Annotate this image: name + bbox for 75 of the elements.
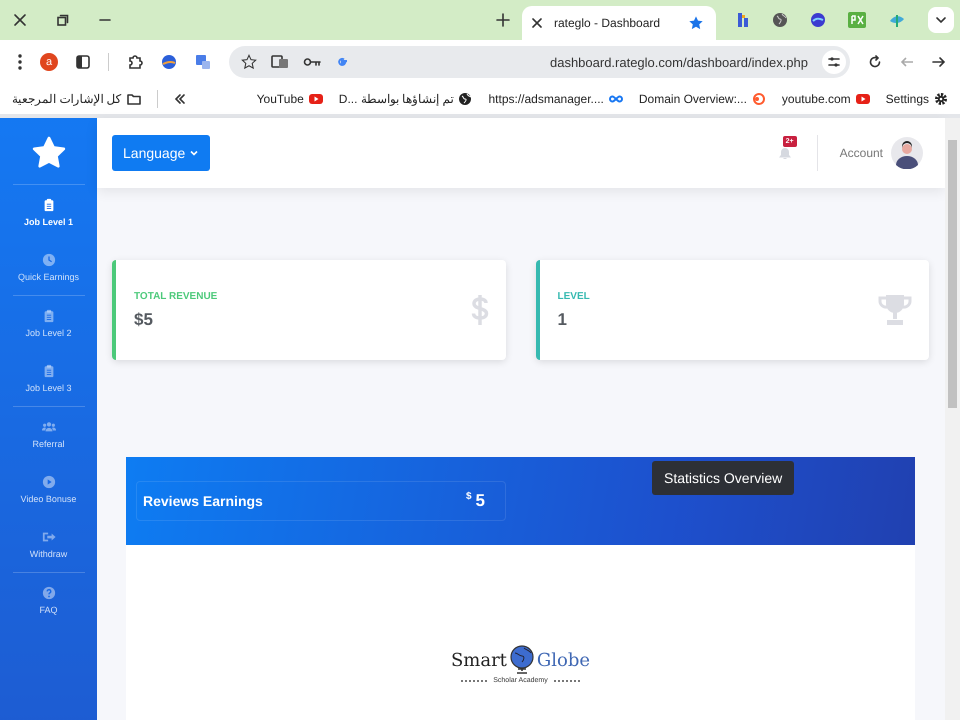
stat-value: 1 (558, 310, 568, 330)
site-settings-button[interactable] (822, 50, 846, 74)
chevron-down-icon (935, 14, 947, 26)
profile-avatar[interactable]: a (40, 53, 58, 71)
stat-label: TOTAL REVENUE (134, 290, 218, 302)
stat-label: LEVEL (558, 290, 590, 302)
language-button[interactable]: Language (112, 135, 210, 171)
tooltip: Statistics Overview (652, 461, 794, 495)
sign-out-icon (42, 530, 56, 544)
bell-icon[interactable] (776, 145, 793, 161)
translate-icon[interactable] (271, 54, 289, 70)
side-panel-icon[interactable] (76, 55, 90, 69)
clipboard-icon (42, 364, 56, 378)
reload-icon[interactable] (868, 55, 882, 69)
stat-value: $5 (134, 310, 154, 330)
restore-icon[interactable] (57, 14, 69, 26)
sliders-icon (828, 57, 840, 67)
sidebar-item[interactable]: Job Level 2 (4, 296, 94, 351)
globe-icon[interactable] (772, 12, 788, 28)
address-bar[interactable]: dashboard.rateglo.com/dashboard/index.php (229, 46, 850, 78)
close-icon[interactable] (13, 13, 27, 27)
tab-title: rateglo - Dashboard (554, 16, 662, 30)
star-outline-icon[interactable] (241, 54, 257, 70)
play-circle-icon (42, 475, 56, 489)
sphere-icon[interactable] (810, 12, 826, 28)
px-icon[interactable] (848, 12, 866, 28)
clipboard-icon (42, 309, 56, 323)
sphere-icon[interactable] (161, 54, 177, 70)
bookmark[interactable]: Settings (886, 92, 948, 106)
logo-text: Smart (450, 650, 507, 670)
earnings-amount: 5 (476, 491, 485, 511)
folder-icon (126, 93, 141, 105)
tab-search-button[interactable] (928, 7, 954, 33)
sidebar-item[interactable]: Withdraw (4, 517, 94, 572)
users-icon (42, 420, 56, 434)
star-icon[interactable] (688, 15, 704, 31)
bookmark[interactable]: https://adsmanager.... (488, 92, 623, 106)
puzzle-icon[interactable] (127, 54, 143, 70)
trophy-icon (877, 293, 913, 327)
new-tab-icon[interactable] (496, 13, 510, 27)
bookmark[interactable]: YouTube (256, 92, 323, 106)
sidebar-item[interactable]: Video Bonuse (4, 462, 94, 517)
bookmark[interactable]: D... تم إنشاؤها بواسطة (338, 92, 472, 106)
close-icon[interactable] (532, 18, 542, 28)
star-logo-icon[interactable] (32, 136, 66, 170)
key-icon[interactable] (303, 56, 321, 68)
account-link[interactable]: Account (840, 146, 883, 160)
earnings-label: Reviews Earnings (143, 493, 263, 509)
menu-icon[interactable] (18, 54, 22, 70)
sidebar-item[interactable]: Referral (4, 407, 94, 462)
play-icon (308, 92, 323, 106)
play-icon (856, 92, 870, 106)
clipboard-icon (42, 198, 56, 212)
sidebar-item[interactable]: FAQ (4, 573, 94, 628)
all-bookmarks-folder[interactable]: كل الإشارات المرجعية (12, 92, 141, 106)
scrollbar[interactable] (945, 118, 960, 720)
url-text: dashboard.rateglo.com/dashboard/index.php (548, 54, 808, 70)
forward-arrow-icon[interactable] (932, 55, 946, 69)
avatar-icon[interactable] (891, 137, 923, 169)
bookmark[interactable]: youtube.com (782, 92, 870, 106)
logo-text: Globe (536, 650, 590, 670)
double-chevron-icon[interactable] (174, 93, 186, 105)
browser-tab[interactable]: rateglo - Dashboard (522, 6, 716, 40)
sidebar-item[interactable]: Quick Earnings (4, 240, 94, 295)
clock-icon (42, 253, 56, 267)
question-circle-icon (42, 586, 56, 600)
sidebar-item[interactable]: Job Level 3 (4, 351, 94, 406)
globe-icon (508, 645, 535, 675)
gear-icon (934, 92, 948, 106)
dollar-icon (470, 293, 490, 327)
sidebar-item[interactable]: Job Level 1 (4, 185, 94, 240)
globe-icon (458, 92, 472, 106)
caret-icon (189, 148, 200, 158)
currency-symbol: $ (466, 491, 472, 502)
bookmark[interactable]: Domain Overview:... (638, 92, 766, 106)
